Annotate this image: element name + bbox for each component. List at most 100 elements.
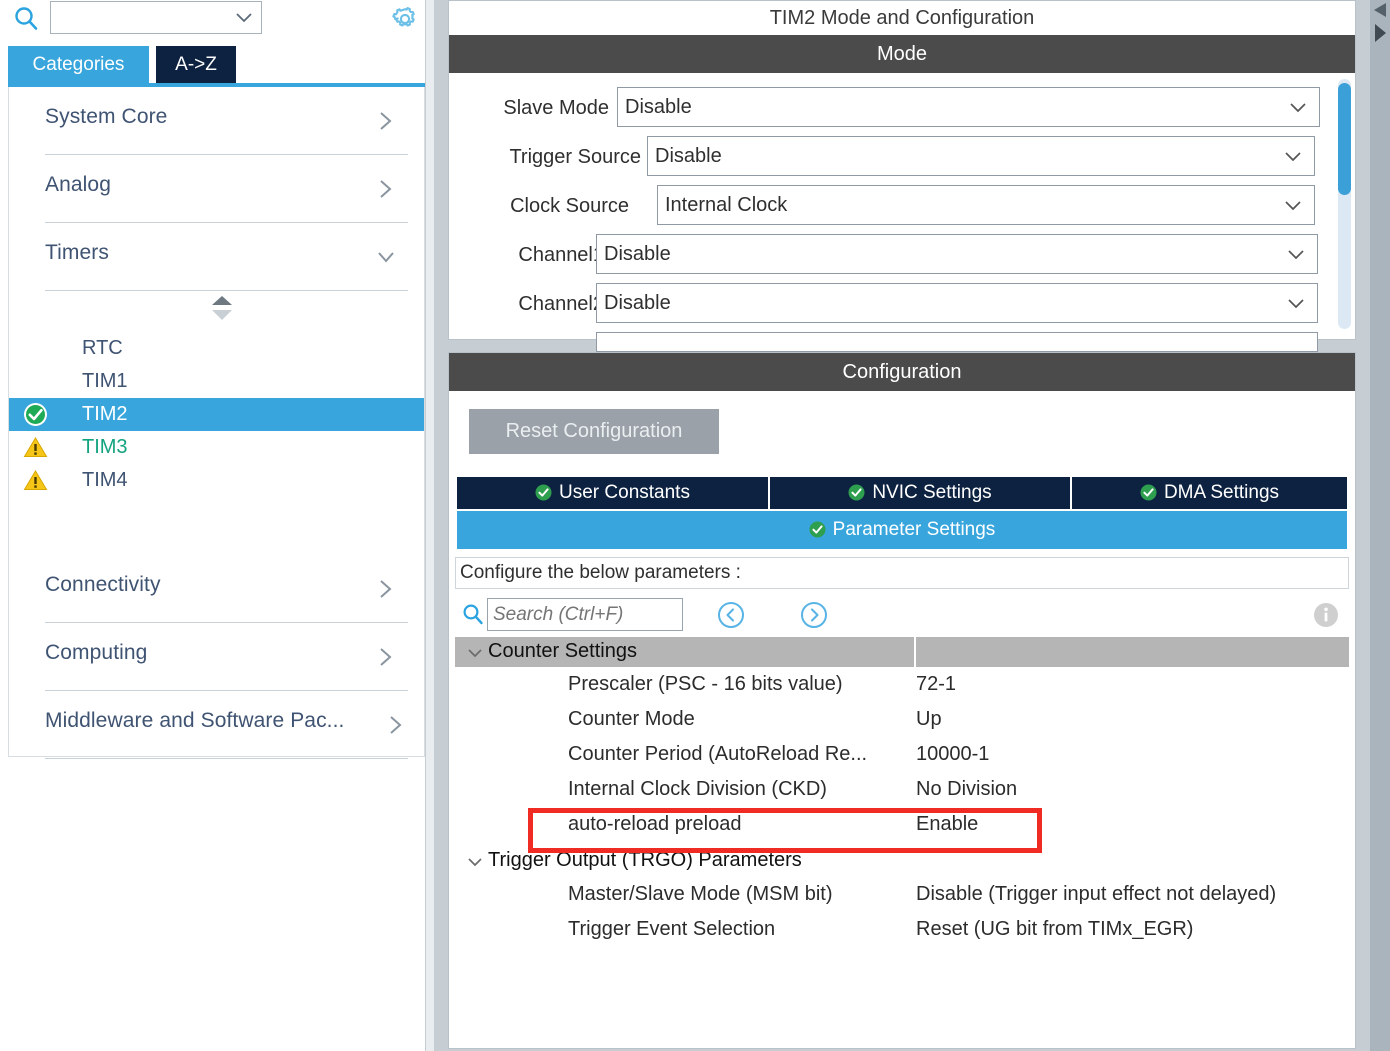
ip-tree-panel: Categories A->Z System Core Analog Timer… (0, 0, 425, 1051)
tab-nvic-settings[interactable]: NVIC Settings (770, 477, 1070, 509)
chevron-down-icon (1284, 150, 1302, 164)
group-header-trigger-output-parameters[interactable]: Trigger Output (TRGO) Parameters (455, 844, 1349, 878)
ip-search-row (0, 0, 425, 38)
category-middleware-and-software-packs[interactable]: Middleware and Software Pac... (9, 691, 424, 759)
configure-hint-text: Configure the below parameters : (460, 562, 741, 583)
chevron-right-circle-icon[interactable] (800, 601, 828, 629)
chevron-down-icon (1284, 199, 1302, 213)
ip-item-tim1[interactable]: TIM1 (9, 365, 424, 398)
parameter-value: 10000-1 (916, 743, 990, 765)
chevron-down-icon (1287, 297, 1305, 311)
check-circle-icon (535, 480, 552, 501)
table-row[interactable]: Trigger Event Selection Reset (UG bit fr… (455, 914, 1349, 948)
mode-and-configuration-panel: TIM2 Mode and Configuration Mode Slave M… (447, 0, 1370, 1051)
ip-category-list: System Core Analog Timers RTC TIM1 TIM2 … (8, 87, 425, 759)
trigger-source-select[interactable]: Disable (647, 136, 1315, 176)
field-label: Trigger Source (509, 146, 641, 168)
check-circle-icon (809, 514, 826, 538)
slave-mode-select[interactable]: Disable (617, 87, 1320, 127)
chevron-down-icon[interactable] (467, 646, 483, 658)
category-connectivity[interactable]: Connectivity (9, 555, 424, 623)
tab-a-to-z[interactable]: A->Z (156, 46, 236, 83)
chevron-down-icon (1287, 248, 1305, 262)
tab-categories[interactable]: Categories (8, 46, 149, 83)
table-row[interactable]: Counter Mode Up (455, 704, 1349, 738)
reset-configuration-button[interactable]: Reset Configuration (469, 409, 719, 454)
parameter-name: Trigger Event Selection (568, 918, 776, 940)
ip-item-label: RTC (82, 337, 123, 359)
search-input[interactable] (487, 598, 683, 631)
timer-list-sort-spinner[interactable] (9, 292, 424, 326)
category-analog[interactable]: Analog (9, 155, 424, 223)
mode-scrollbar-thumb[interactable] (1338, 83, 1351, 195)
field-value: Disable (655, 145, 722, 167)
gear-icon[interactable] (391, 5, 419, 33)
tab-label: DMA Settings (1163, 482, 1280, 503)
panel-splitter-handle[interactable] (426, 0, 434, 1051)
chevron-left-circle-icon[interactable] (717, 601, 745, 629)
parameter-name: Counter Mode (568, 708, 695, 730)
channel1-select[interactable]: Disable (596, 234, 1318, 274)
search-icon (12, 4, 40, 32)
collapse-right-icon[interactable] (1372, 22, 1388, 44)
right-panel-splitter[interactable] (1370, 0, 1390, 1051)
parameter-search-row (455, 591, 1349, 637)
check-circle-icon (23, 402, 48, 427)
field-value: Disable (604, 243, 671, 265)
ip-tree-tabs: Categories A->Z (0, 46, 425, 83)
parameter-name: Prescaler (PSC - 16 bits value) (568, 673, 843, 695)
divider (45, 290, 408, 291)
table-row[interactable]: Internal Clock Division (CKD) No Divisio… (455, 774, 1349, 808)
ip-search-combobox[interactable] (50, 1, 262, 34)
chevron-right-icon (376, 178, 396, 200)
info-icon[interactable] (1312, 601, 1340, 629)
category-timers[interactable]: Timers (9, 223, 424, 291)
page-title: TIM2 Mode and Configuration (449, 1, 1355, 35)
parameter-value: Enable (916, 813, 979, 835)
category-label: Analog (45, 173, 111, 196)
chevron-down-icon[interactable] (467, 855, 483, 867)
table-row[interactable]: Master/Slave Mode (MSM bit) Disable (Tri… (455, 879, 1349, 913)
ip-item-tim4[interactable]: TIM4 (9, 464, 424, 497)
field-value: Internal Clock (665, 194, 788, 216)
parameter-value: Reset (UG bit from TIMx_EGR) (916, 918, 1194, 940)
parameter-table: Counter Settings Prescaler (PSC - 16 bit… (455, 637, 1349, 967)
parameter-name: Internal Clock Division (CKD) (568, 778, 827, 800)
ip-item-label: TIM1 (82, 370, 128, 392)
parameter-name: Master/Slave Mode (MSM bit) (568, 883, 833, 905)
ip-item-label: TIM4 (82, 469, 128, 491)
table-row-auto-reload-preload[interactable]: auto-reload preload Enable (455, 809, 1349, 843)
clock-source-select[interactable]: Internal Clock (657, 185, 1315, 225)
category-label: Timers (45, 241, 109, 264)
field-value: Disable (604, 292, 671, 314)
ip-item-tim3[interactable]: TIM3 (9, 431, 424, 464)
category-label: Computing (45, 641, 148, 664)
tab-label: Parameter Settings (832, 519, 996, 540)
group-header-counter-settings[interactable]: Counter Settings (455, 637, 1349, 667)
parameter-value: Disable (Trigger input effect not delaye… (916, 883, 1277, 905)
field-label: Slave Mode (503, 97, 609, 119)
group-title: Counter Settings (488, 640, 637, 662)
channel3-select-clipped[interactable] (596, 332, 1318, 352)
ip-item-rtc[interactable]: RTC (9, 332, 424, 365)
channel2-select[interactable]: Disable (596, 283, 1318, 323)
category-computing[interactable]: Computing (9, 623, 424, 691)
chevron-down-icon (235, 11, 253, 25)
warning-triangle-icon (23, 468, 48, 493)
collapse-up-icon[interactable] (1372, 2, 1388, 20)
table-row[interactable]: Prescaler (PSC - 16 bits value) 72-1 (455, 669, 1349, 703)
field-value: Disable (625, 96, 692, 118)
ip-item-tim2[interactable]: TIM2 (9, 398, 424, 431)
category-system-core[interactable]: System Core (9, 87, 424, 155)
table-row[interactable]: Counter Period (AutoReload Re... 10000-1 (455, 739, 1349, 773)
group-cell-value (916, 637, 1349, 667)
tab-label: NVIC Settings (872, 482, 992, 503)
mode-section: TIM2 Mode and Configuration Mode Slave M… (448, 0, 1356, 352)
tab-user-constants[interactable]: User Constants (457, 477, 768, 509)
chevron-right-icon (376, 578, 396, 600)
tab-parameter-settings[interactable]: Parameter Settings (457, 511, 1347, 549)
tab-dma-settings[interactable]: DMA Settings (1072, 477, 1347, 509)
parameter-name: auto-reload preload (568, 813, 742, 835)
category-label: Middleware and Software Pac... (45, 709, 345, 732)
ip-item-label: TIM2 (82, 403, 128, 425)
